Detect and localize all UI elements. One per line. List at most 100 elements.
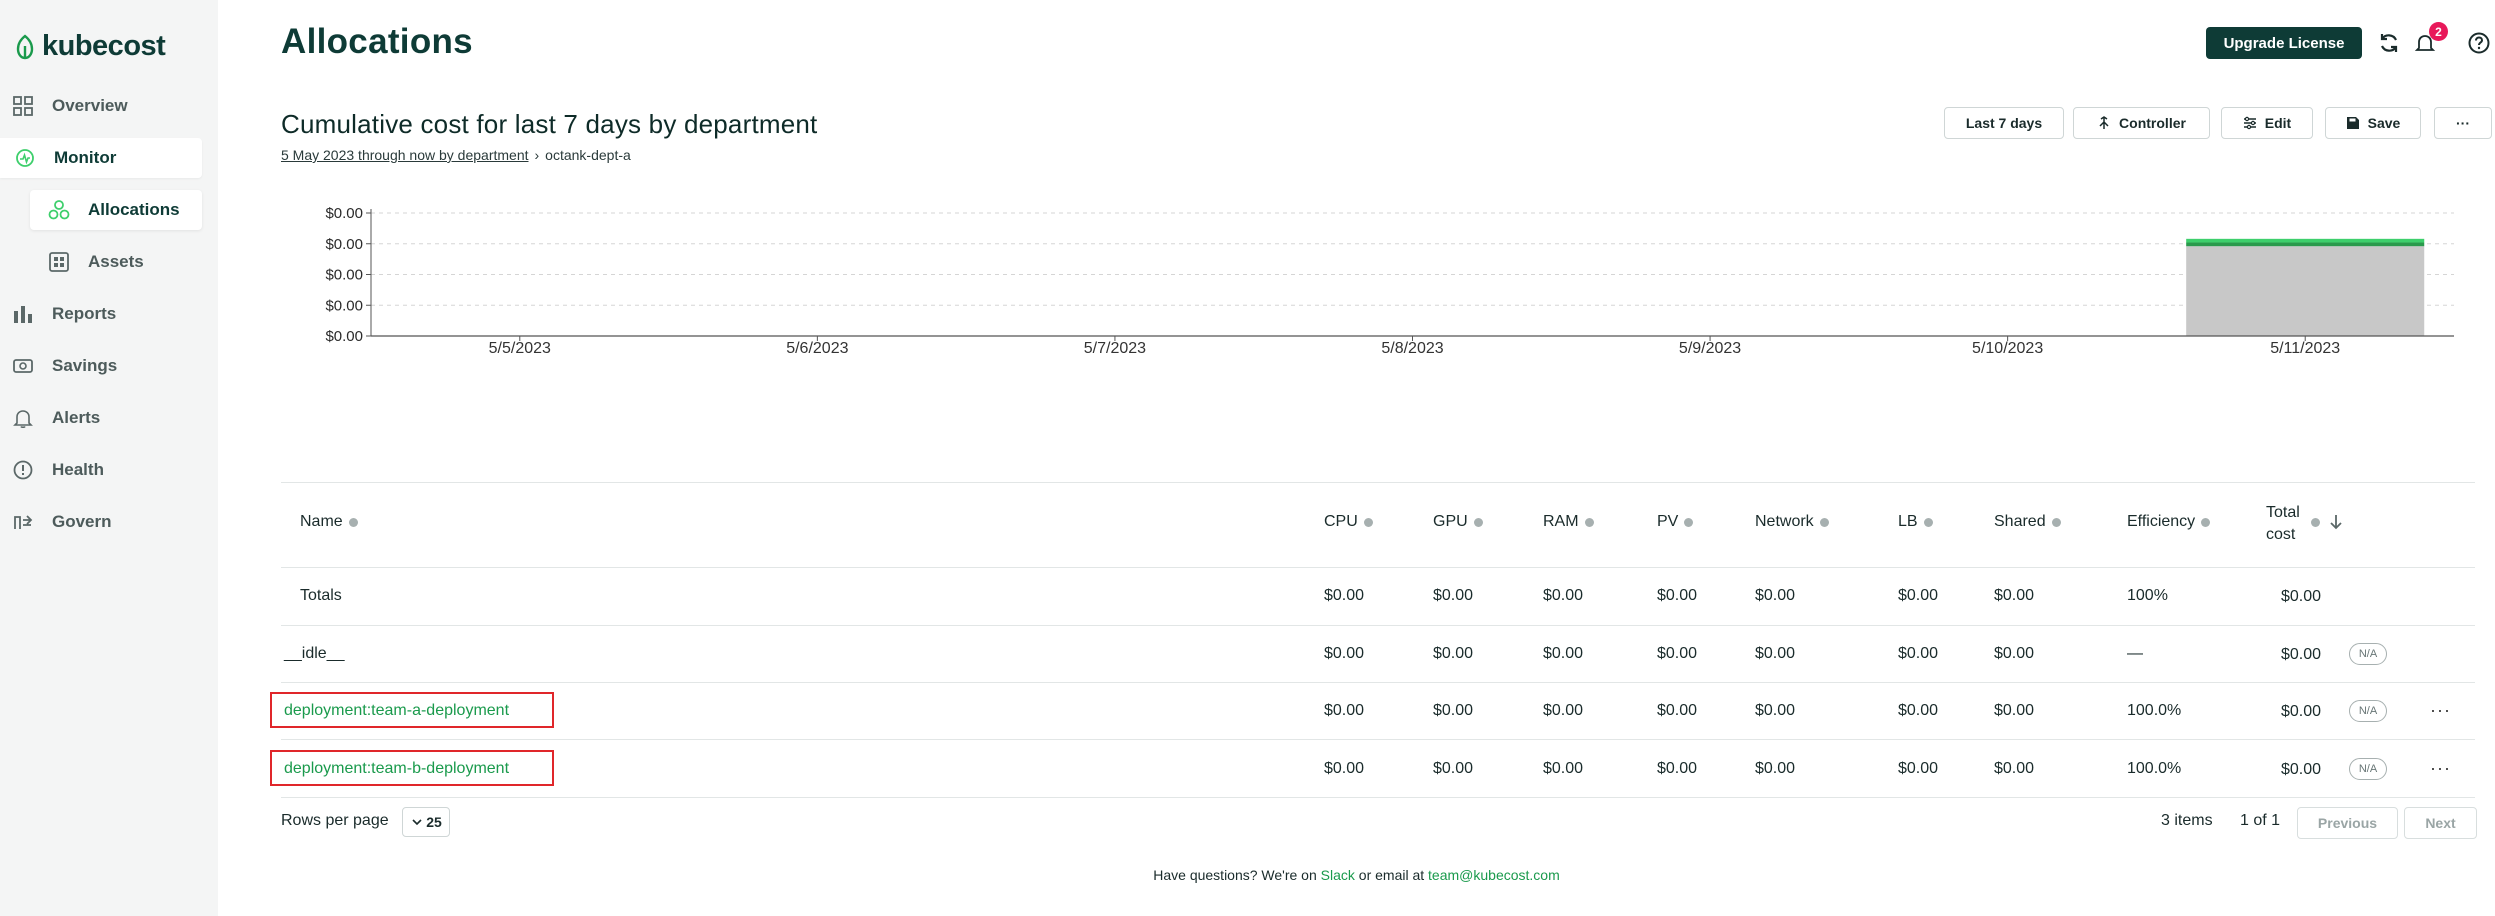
column-header-name[interactable]: Name bbox=[300, 513, 358, 531]
sidebar-item-alerts[interactable]: Alerts bbox=[12, 398, 100, 438]
edit-button[interactable]: Edit bbox=[2221, 107, 2313, 139]
sidebar-item-health[interactable]: Health bbox=[12, 450, 104, 490]
row-divider bbox=[281, 797, 2475, 798]
column-header-gpu[interactable]: GPU bbox=[1433, 513, 1483, 531]
more-options-label: ··· bbox=[2456, 115, 2470, 131]
efficiency-cell: 100.0% bbox=[2127, 702, 2182, 719]
sidebar-item-label: Govern bbox=[52, 512, 112, 531]
lb-cell: $0.00 bbox=[1898, 587, 1939, 604]
next-page-button[interactable]: Next bbox=[2404, 807, 2477, 839]
column-header-cpu[interactable]: CPU bbox=[1324, 513, 1373, 531]
na-badge: N/A bbox=[2349, 700, 2387, 722]
info-icon[interactable] bbox=[1684, 517, 1694, 527]
info-icon[interactable] bbox=[2311, 518, 2320, 527]
sidebar-item-label: Savings bbox=[52, 356, 118, 375]
row-menu-button[interactable]: ··· bbox=[2430, 758, 2451, 779]
row-name-link[interactable]: deployment:team-b-deployment bbox=[284, 760, 509, 778]
slack-link[interactable]: Slack bbox=[1321, 867, 1355, 883]
column-header-label: PV bbox=[1657, 513, 1679, 530]
info-icon[interactable] bbox=[348, 517, 358, 527]
info-icon[interactable] bbox=[1363, 517, 1373, 527]
sidebar-item-label: Reports bbox=[52, 304, 117, 323]
rows-per-page-select[interactable]: 25 bbox=[402, 807, 450, 837]
gpu-cell: $0.00 bbox=[1433, 702, 1474, 719]
sidebar-item-overview[interactable]: Overview bbox=[12, 86, 128, 126]
shared-cell: $0.00 bbox=[1994, 645, 2035, 662]
efficiency-cell: 100% bbox=[2127, 587, 2168, 604]
column-header-pv[interactable]: PV bbox=[1657, 513, 1694, 531]
cpu-cell: $0.00 bbox=[1324, 760, 1365, 777]
bar-segment bbox=[2186, 246, 2425, 336]
item-count: 3 items bbox=[2161, 812, 2213, 829]
pv-cell: $0.00 bbox=[1657, 587, 1698, 604]
aggregate-button[interactable]: Controller bbox=[2073, 107, 2210, 139]
column-header-shared[interactable]: Shared bbox=[1994, 513, 2061, 531]
kubecost-logo-icon bbox=[16, 33, 34, 59]
help-button[interactable] bbox=[2466, 30, 2492, 56]
sidebar-item-savings[interactable]: Savings bbox=[12, 346, 117, 386]
footer-text: or email at bbox=[1358, 867, 1425, 883]
info-icon[interactable] bbox=[1819, 517, 1829, 527]
column-header-ram[interactable]: RAM bbox=[1543, 513, 1594, 531]
lb-cell: $0.00 bbox=[1898, 645, 1939, 662]
shared-cell: $0.00 bbox=[1994, 702, 2035, 719]
sidebar-item-reports[interactable]: Reports bbox=[12, 294, 116, 334]
x-tick-label: 5/9/2023 bbox=[1679, 340, 1741, 357]
sidebar-item-label: Allocations bbox=[88, 200, 180, 219]
column-header-lb[interactable]: LB bbox=[1898, 513, 1933, 531]
sidebar-item-allocations[interactable]: Allocations bbox=[30, 190, 202, 230]
row-name-link[interactable]: deployment:team-a-deployment bbox=[284, 702, 509, 720]
sidebar-item-govern[interactable]: Govern bbox=[12, 502, 112, 542]
notification-badge: 2 bbox=[2429, 22, 2448, 41]
more-options-button[interactable]: ··· bbox=[2434, 107, 2492, 139]
date-range-button[interactable]: Last 7 days bbox=[1944, 107, 2064, 139]
govern-icon bbox=[14, 515, 33, 529]
gpu-cell: $0.00 bbox=[1433, 760, 1474, 777]
info-icon[interactable] bbox=[1584, 517, 1594, 527]
info-icon[interactable] bbox=[1473, 517, 1483, 527]
email-link[interactable]: team@kubecost.com bbox=[1428, 867, 1560, 883]
bar-segment bbox=[2186, 242, 2425, 247]
sidebar-item-label: Assets bbox=[88, 252, 144, 271]
row-menu-button[interactable]: ··· bbox=[2430, 700, 2451, 721]
lb-cell: $0.00 bbox=[1898, 760, 1939, 777]
network-cell: $0.00 bbox=[1755, 760, 1796, 777]
allocations-icon bbox=[48, 200, 70, 220]
ram-cell: $0.00 bbox=[1543, 760, 1584, 777]
column-header-network[interactable]: Network bbox=[1755, 513, 1829, 531]
report-title: Cumulative cost for last 7 days by depar… bbox=[281, 109, 818, 139]
info-icon[interactable] bbox=[2201, 517, 2211, 527]
row-divider bbox=[281, 682, 2475, 683]
shared-cell: $0.00 bbox=[1994, 587, 2035, 604]
bell-icon bbox=[13, 410, 33, 429]
sidebar-item-assets[interactable]: Assets bbox=[30, 242, 202, 282]
health-icon bbox=[13, 460, 33, 480]
save-label: Save bbox=[2367, 115, 2401, 131]
aggregate-icon bbox=[2099, 116, 2109, 129]
upgrade-license-button[interactable]: Upgrade License bbox=[2206, 27, 2362, 59]
total-cost-cell: $0.00 bbox=[2281, 588, 2322, 605]
rows-per-page-label: Rows per page bbox=[281, 812, 389, 829]
logo-text: kubecost bbox=[42, 30, 166, 62]
previous-page-button[interactable]: Previous bbox=[2297, 807, 2398, 839]
row-name: Totals bbox=[300, 587, 342, 604]
network-cell: $0.00 bbox=[1755, 645, 1796, 662]
total-cost-cell: $0.00 bbox=[2281, 761, 2322, 778]
x-tick-label: 5/10/2023 bbox=[1972, 340, 2043, 357]
column-header-label: CPU bbox=[1324, 513, 1358, 530]
sort-descending-icon[interactable] bbox=[2328, 513, 2344, 531]
save-button[interactable]: Save bbox=[2325, 107, 2421, 139]
column-header-label: cost bbox=[2266, 526, 2296, 543]
sidebar-item-monitor[interactable]: Monitor bbox=[0, 138, 202, 178]
total-cost-cell: $0.00 bbox=[2281, 646, 2322, 663]
kubecost-logo[interactable]: kubecost bbox=[14, 30, 166, 63]
breadcrumb-link[interactable]: 5 May 2023 through now by department bbox=[281, 147, 529, 163]
shared-cell: $0.00 bbox=[1994, 760, 2035, 777]
column-header-total-cost[interactable]: Total cost bbox=[2266, 502, 2300, 546]
info-icon[interactable] bbox=[2051, 517, 2061, 527]
column-header-label: Name bbox=[300, 513, 343, 530]
refresh-button[interactable] bbox=[2376, 30, 2402, 56]
x-tick-label: 5/7/2023 bbox=[1084, 340, 1146, 357]
info-icon[interactable] bbox=[1923, 517, 1933, 527]
column-header-efficiency[interactable]: Efficiency bbox=[2127, 513, 2211, 531]
